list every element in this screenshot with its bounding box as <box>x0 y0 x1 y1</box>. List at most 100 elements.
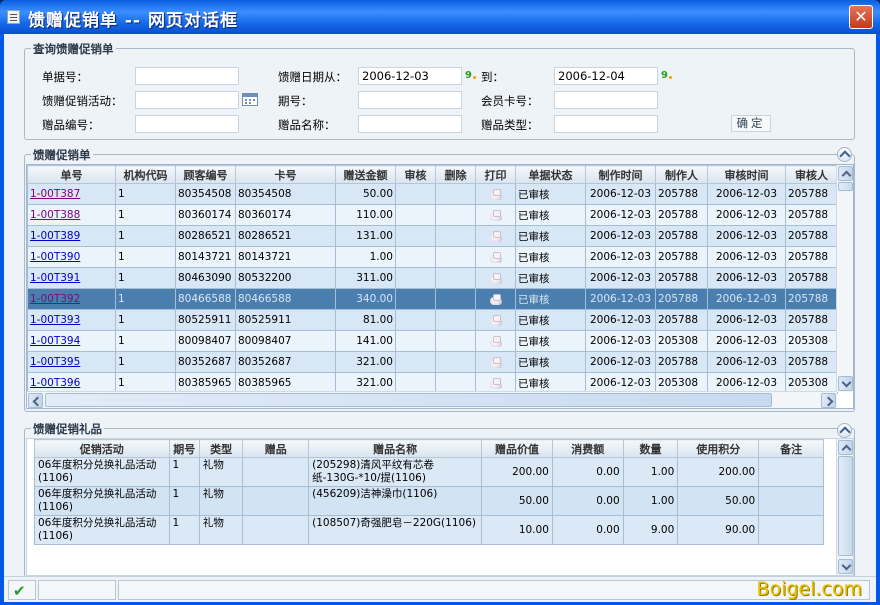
print-icon[interactable] <box>489 356 503 369</box>
column-header[interactable]: 赠品 <box>242 439 310 458</box>
order-link[interactable]: 1-00T391 <box>30 272 80 284</box>
print-icon[interactable] <box>489 251 503 264</box>
column-header[interactable]: 赠送金额 <box>335 165 396 184</box>
column-header[interactable]: 备注 <box>758 439 824 458</box>
column-header[interactable]: 单号 <box>27 165 116 184</box>
column-header[interactable]: 单据状态 <box>515 165 586 184</box>
table-row[interactable]: 06年度积分兑换礼品活动(1106) 1 礼物 (108507)奇强肥皂－220G(1… <box>34 515 824 545</box>
title-bar[interactable]: 馈赠促销单 -- 网页对话框 ✕ <box>0 0 880 34</box>
print-icon[interactable] <box>489 188 503 201</box>
print-icon[interactable] <box>489 335 503 348</box>
print-icon[interactable] <box>489 314 503 327</box>
order-link[interactable]: 1-00T390 <box>30 251 80 263</box>
member-card-label: 会员卡号： <box>481 94 539 108</box>
order-link[interactable]: 1-00T395 <box>30 356 80 368</box>
gift-no-input[interactable] <box>135 115 239 133</box>
print-icon[interactable] <box>489 377 503 390</box>
column-header[interactable]: 使用积分 <box>677 439 760 458</box>
scroll-thumb[interactable] <box>45 393 772 407</box>
period-input[interactable] <box>358 91 462 109</box>
table-row[interactable]: 1-00T387 1 80354508 80354508 50.00 已审核 2006-12… <box>27 183 838 205</box>
print-icon[interactable] <box>489 272 503 285</box>
table-cell: 80352687 <box>235 351 336 373</box>
date-picker-icon[interactable]: 9 <box>465 70 477 82</box>
scroll-up-button[interactable] <box>838 166 853 181</box>
gift-type-input[interactable] <box>554 115 658 133</box>
close-button[interactable]: ✕ <box>849 5 873 29</box>
table-cell: 80354508 <box>235 183 336 205</box>
column-header[interactable]: 促销活动 <box>34 439 170 458</box>
table-cell: 80466588 <box>175 288 236 310</box>
print-icon[interactable] <box>489 293 503 306</box>
column-header[interactable]: 卡号 <box>235 165 336 184</box>
column-header[interactable]: 期号 <box>168 439 200 458</box>
table-row[interactable]: 1-00T394 1 80098407 80098407 141.00 已审核 2006-1… <box>27 330 838 352</box>
orders-collapse-button[interactable] <box>837 147 852 162</box>
table-cell <box>758 515 824 545</box>
member-card-input[interactable] <box>554 91 658 109</box>
orders-horizontal-scrollbar[interactable] <box>27 391 837 408</box>
column-header[interactable]: 删除 <box>435 165 476 184</box>
table-row[interactable]: 1-00T389 1 80286521 80286521 131.00 已审核 2006-1… <box>27 225 838 247</box>
column-header[interactable]: 机构代码 <box>115 165 176 184</box>
column-header[interactable]: 赠品价值 <box>481 439 553 458</box>
table-row[interactable]: 1-00T391 1 80463090 80532200 311.00 已审核 2006-1… <box>27 267 838 289</box>
print-icon[interactable] <box>489 209 503 222</box>
table-cell: 205788 <box>655 351 708 373</box>
column-header[interactable]: 消费额 <box>551 439 624 458</box>
order-link[interactable]: 1-00T396 <box>30 377 80 389</box>
table-row[interactable]: 1-00T390 1 80143721 80143721 1.00 已审核 2006-12-… <box>27 246 838 268</box>
gifts-collapse-button[interactable] <box>837 423 852 438</box>
gifts-group-title: 馈赠促销礼品 <box>31 421 104 437</box>
column-header[interactable]: 审核人 <box>785 165 838 184</box>
scroll-left-button[interactable] <box>28 393 43 408</box>
orders-vertical-scrollbar[interactable] <box>836 165 853 392</box>
table-row[interactable]: 1-00T393 1 80525911 80525911 81.00 已审核 2006-12… <box>27 309 838 331</box>
dialog-body: 查询馈赠促销单 单据号： 馈赠日期从： 2006-12-03 9 到： 2006… <box>4 34 876 602</box>
table-row[interactable]: 1-00T395 1 80352687 80352687 321.00 已审核 2006-1… <box>27 351 838 373</box>
activity-lookup-icon[interactable] <box>242 93 258 106</box>
date-from-input[interactable]: 2006-12-03 <box>358 67 462 85</box>
column-header[interactable]: 制作人 <box>655 165 708 184</box>
order-link[interactable]: 1-00T393 <box>30 314 80 326</box>
table-row[interactable]: 1-00T392 1 80466588 80466588 340.00 已审核 2006-1… <box>27 288 838 310</box>
table-row[interactable]: 06年度积分兑换礼品活动(1106) 1 礼物 (205298)清风平纹有芯卷纸-13… <box>34 457 824 487</box>
order-link[interactable]: 1-00T394 <box>30 335 80 347</box>
table-row[interactable]: 06年度积分兑换礼品活动(1106) 1 礼物 (456209)洁神澡巾(1106) 5… <box>34 486 824 516</box>
scroll-right-button[interactable] <box>821 393 836 408</box>
scroll-up-button[interactable] <box>838 440 853 455</box>
gift-name-input[interactable] <box>358 115 462 133</box>
confirm-button[interactable]: 确定 <box>731 115 771 132</box>
table-cell <box>242 486 310 516</box>
scroll-thumb[interactable] <box>838 456 853 556</box>
table-row[interactable]: 1-00T388 1 80360174 80360174 110.00 已审核 2006-1… <box>27 204 838 226</box>
print-icon[interactable] <box>489 230 503 243</box>
date-to-label: 到： <box>481 70 504 84</box>
column-header[interactable]: 审核时间 <box>707 165 786 184</box>
date-to-input[interactable]: 2006-12-04 <box>554 67 658 85</box>
orders-table: 单号 机构代码 顾客编号 卡号 赠送金额 审核 删除 打印 单据状态 制作时间 … <box>27 165 838 394</box>
table-cell: 1-00T387 <box>27 183 116 205</box>
column-header[interactable]: 打印 <box>475 165 516 184</box>
order-link[interactable]: 1-00T389 <box>30 230 80 242</box>
doc-no-input[interactable] <box>135 67 239 85</box>
column-header[interactable]: 顾客编号 <box>175 165 236 184</box>
column-header[interactable]: 赠品名称 <box>308 439 483 458</box>
table-cell: (205298)清风平纹有芯卷纸-130G-*10/提(1106) <box>308 457 483 487</box>
column-header[interactable]: 类型 <box>198 439 244 458</box>
gifts-vertical-scrollbar[interactable] <box>836 439 853 575</box>
column-header[interactable]: 制作时间 <box>585 165 656 184</box>
column-header[interactable]: 数量 <box>622 439 679 458</box>
order-link[interactable]: 1-00T392 <box>30 293 80 305</box>
window-title: 馈赠促销单 -- 网页对话框 <box>28 11 238 31</box>
order-link[interactable]: 1-00T387 <box>30 188 80 200</box>
scroll-down-button[interactable] <box>838 376 853 391</box>
order-link[interactable]: 1-00T388 <box>30 209 80 221</box>
scroll-down-button[interactable] <box>838 559 853 574</box>
table-cell <box>242 515 310 545</box>
date-picker-icon[interactable]: 9 <box>661 70 673 82</box>
table-cell <box>475 351 516 373</box>
scroll-thumb[interactable] <box>838 182 853 191</box>
column-header[interactable]: 审核 <box>395 165 436 184</box>
activity-input[interactable] <box>135 91 239 109</box>
